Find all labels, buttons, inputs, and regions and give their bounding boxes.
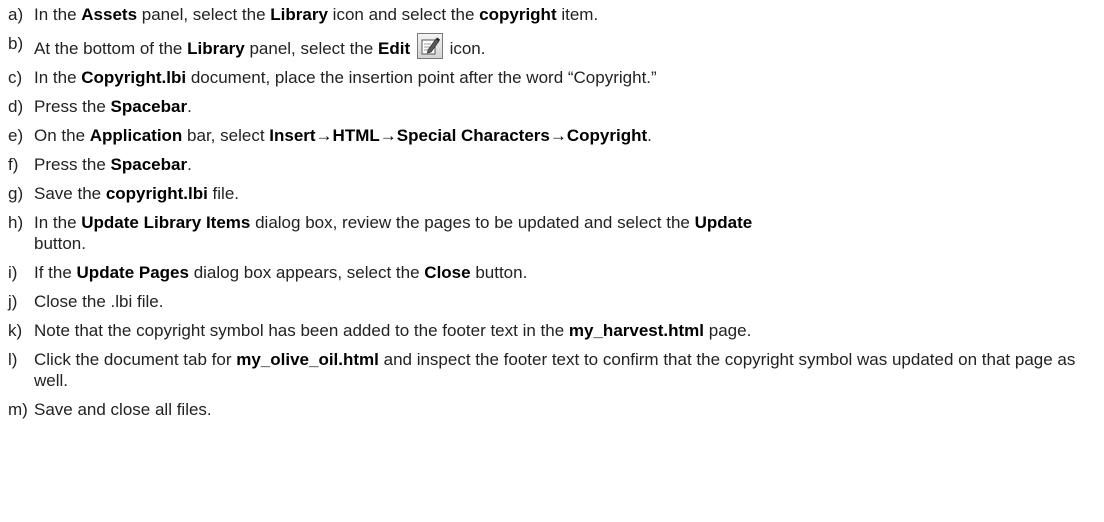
step-text: Click the document tab for my_olive_oil.…	[34, 350, 1076, 390]
instruction-list: a) In the Assets panel, select the Libra…	[0, 0, 1098, 420]
ui-term: Library	[187, 39, 245, 58]
step-a: a) In the Assets panel, select the Libra…	[8, 4, 1098, 25]
ui-term: Application	[89, 126, 183, 145]
ui-term: copyright.lbi	[105, 184, 208, 203]
menu-path: Insert→HTML→Special Characters→Copyright	[269, 126, 648, 145]
step-marker: c)	[8, 68, 23, 87]
step-marker: a)	[8, 5, 24, 24]
step-k: k) Note that the copyright symbol has be…	[8, 320, 1098, 341]
step-marker: e)	[8, 126, 24, 145]
ui-term: Assets	[81, 5, 138, 24]
ui-term: Close	[424, 263, 471, 282]
ui-term: Edit	[378, 39, 411, 58]
step-text: Save the copyright.lbi file.	[34, 184, 240, 203]
step-marker: f)	[8, 155, 19, 174]
ui-term: Update Pages	[76, 263, 189, 282]
step-marker: g)	[8, 184, 24, 203]
step-text: Save and close all files.	[34, 400, 212, 419]
step-marker: i)	[8, 263, 18, 282]
step-f: f) Press the Spacebar.	[8, 154, 1098, 175]
ui-term: copyright	[479, 5, 557, 24]
step-c: c) In the Copyright.lbi document, place …	[8, 67, 1098, 88]
file-name: my_olive_oil.html	[236, 350, 379, 369]
ui-term: Spacebar	[110, 97, 188, 116]
ui-term: Update	[694, 213, 753, 232]
ui-term: Copyright.lbi	[81, 68, 187, 87]
step-text: Press the Spacebar.	[34, 97, 192, 116]
step-h: h) In the Update Library Items dialog bo…	[8, 212, 1098, 254]
step-text: At the bottom of the Library panel, sele…	[34, 33, 1098, 59]
step-l: l) Click the document tab for my_olive_o…	[8, 349, 1098, 391]
ui-term: Library	[270, 5, 328, 24]
step-text: Note that the copyright symbol has been …	[34, 321, 752, 340]
step-marker: j)	[8, 292, 18, 311]
step-text: In the Assets panel, select the Library …	[34, 5, 599, 24]
step-marker: m)	[8, 400, 28, 419]
step-marker: h)	[8, 213, 24, 232]
step-g: g) Save the copyright.lbi file.	[8, 183, 1098, 204]
step-marker: b)	[8, 34, 24, 53]
step-marker: d)	[8, 97, 24, 116]
step-marker: l)	[8, 350, 18, 369]
step-e: e) On the Application bar, select Insert…	[8, 125, 1098, 146]
ui-term: Spacebar	[110, 155, 188, 174]
step-text: If the Update Pages dialog box appears, …	[34, 263, 528, 282]
edit-icon	[416, 33, 443, 59]
file-name: my_harvest.html	[568, 321, 705, 340]
step-text: Close the .lbi file.	[34, 292, 164, 311]
step-j: j) Close the .lbi file.	[8, 291, 1098, 312]
step-d: d) Press the Spacebar.	[8, 96, 1098, 117]
step-b: b) At the bottom of the Library panel, s…	[8, 33, 1098, 59]
step-text: In the Copyright.lbi document, place the…	[34, 68, 657, 87]
step-text: Press the Spacebar.	[34, 155, 192, 174]
step-m: m) Save and close all files.	[8, 399, 1098, 420]
ui-term: Update Library Items	[81, 213, 251, 232]
step-marker: k)	[8, 321, 23, 340]
step-text: On the Application bar, select Insert→HT…	[34, 126, 652, 145]
step-text: In the Update Library Items dialog box, …	[34, 213, 753, 253]
step-i: i) If the Update Pages dialog box appear…	[8, 262, 1098, 283]
